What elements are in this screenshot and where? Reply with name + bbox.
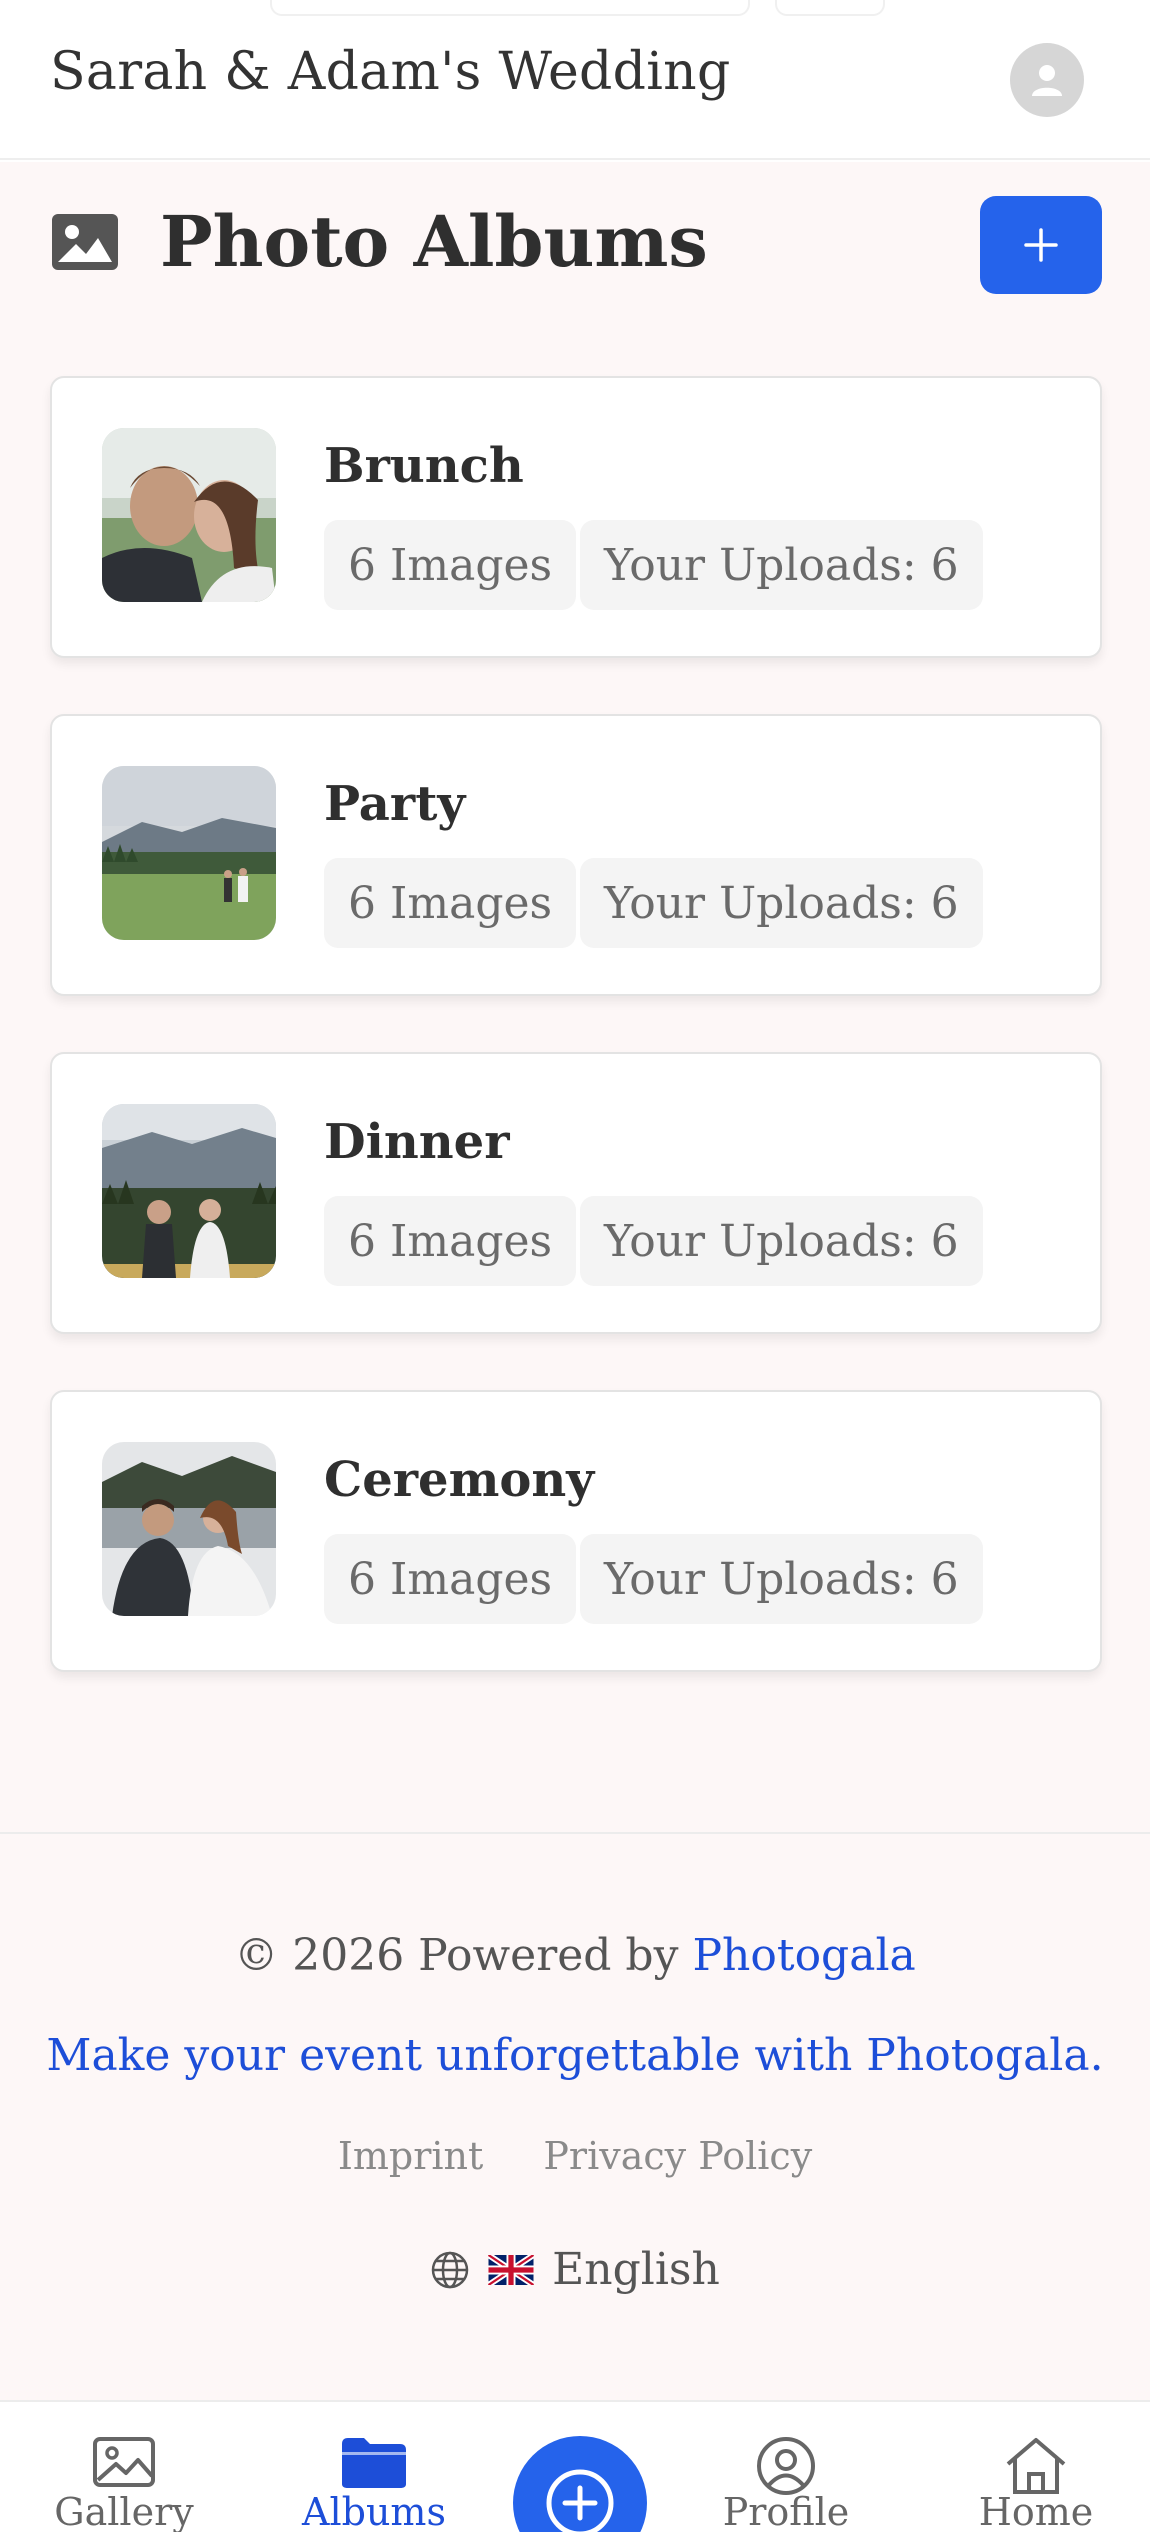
event-title: Sarah & Adam's Wedding [50, 42, 731, 102]
nav-gallery-label: Gallery [54, 2490, 194, 2532]
album-name: Brunch [324, 438, 524, 494]
language-selector[interactable]: English [0, 2244, 1150, 2295]
album-card-brunch[interactable]: Brunch 6 Images Your Uploads: 6 [50, 376, 1102, 658]
image-count-badge: 6 Images [324, 1196, 577, 1286]
imprint-link[interactable]: Imprint [338, 2134, 483, 2178]
album-card-party[interactable]: Party 6 Images Your Uploads: 6 [50, 714, 1102, 996]
folder-icon [342, 2438, 406, 2488]
album-name: Party [324, 776, 466, 832]
copyright-text: © 2026 Powered by [234, 1930, 679, 1981]
plus-icon [1024, 228, 1058, 262]
language-label: English [552, 2244, 720, 2295]
album-thumbnail [102, 428, 276, 602]
album-thumbnail [102, 1442, 276, 1616]
privacy-policy-link[interactable]: Privacy Policy [543, 2134, 812, 2178]
screen-edge [1150, 0, 1170, 2532]
album-name: Dinner [324, 1114, 510, 1170]
image-count-badge: 6 Images [324, 1534, 577, 1624]
album-card-ceremony[interactable]: Ceremony 6 Images Your Uploads: 6 [50, 1390, 1102, 1672]
page-title: Photo Albums [160, 200, 708, 283]
top-bar-decoration [270, 0, 750, 16]
nav-albums[interactable]: Albums [274, 2402, 474, 2532]
top-bar-decoration [775, 0, 885, 16]
tagline-link[interactable]: Make your event unforgettable with Photo… [0, 2030, 1150, 2081]
photogala-link[interactable]: Photogala [692, 1930, 915, 1981]
plus-circle-icon [546, 2469, 614, 2532]
globe-icon [431, 2251, 469, 2288]
add-album-button[interactable] [980, 196, 1102, 294]
gallery-icon [93, 2437, 155, 2487]
main-content: Photo Albums Brunch 6 Images Your Upload… [0, 162, 1150, 1832]
legal-links: Imprint Privacy Policy [0, 2134, 1150, 2178]
app-screen: Sarah & Adam's Wedding Photo Albums Brun… [0, 0, 1170, 2532]
page-footer: © 2026 Powered by Photogala Make your ev… [0, 1832, 1150, 2402]
nav-profile-label: Profile [722, 2490, 850, 2532]
image-count-badge: 6 Images [324, 858, 577, 948]
album-thumbnail [102, 766, 276, 940]
copyright: © 2026 Powered by Photogala [0, 1930, 1150, 1981]
album-thumbnail [102, 1104, 276, 1278]
app-header: Sarah & Adam's Wedding [0, 0, 1150, 160]
nav-home[interactable]: Home [936, 2402, 1136, 2532]
avatar[interactable] [1010, 43, 1084, 117]
image-icon [52, 213, 118, 270]
nav-home-label: Home [978, 2490, 1094, 2532]
uploads-badge: Your Uploads: 6 [580, 520, 983, 610]
album-card-dinner[interactable]: Dinner 6 Images Your Uploads: 6 [50, 1052, 1102, 1334]
nav-gallery[interactable]: Gallery [24, 2402, 224, 2532]
uploads-badge: Your Uploads: 6 [580, 1534, 983, 1624]
uk-flag-icon [488, 2254, 535, 2285]
profile-icon [757, 2437, 815, 2495]
nav-profile[interactable]: Profile [686, 2402, 886, 2532]
nav-albums-label: Albums [302, 2490, 446, 2532]
album-name: Ceremony [324, 1452, 595, 1508]
uploads-badge: Your Uploads: 6 [580, 858, 983, 948]
home-icon [1006, 2438, 1066, 2494]
uploads-badge: Your Uploads: 6 [580, 1196, 983, 1286]
image-count-badge: 6 Images [324, 520, 577, 610]
user-icon [1032, 65, 1062, 96]
page-heading: Photo Albums [52, 200, 708, 283]
